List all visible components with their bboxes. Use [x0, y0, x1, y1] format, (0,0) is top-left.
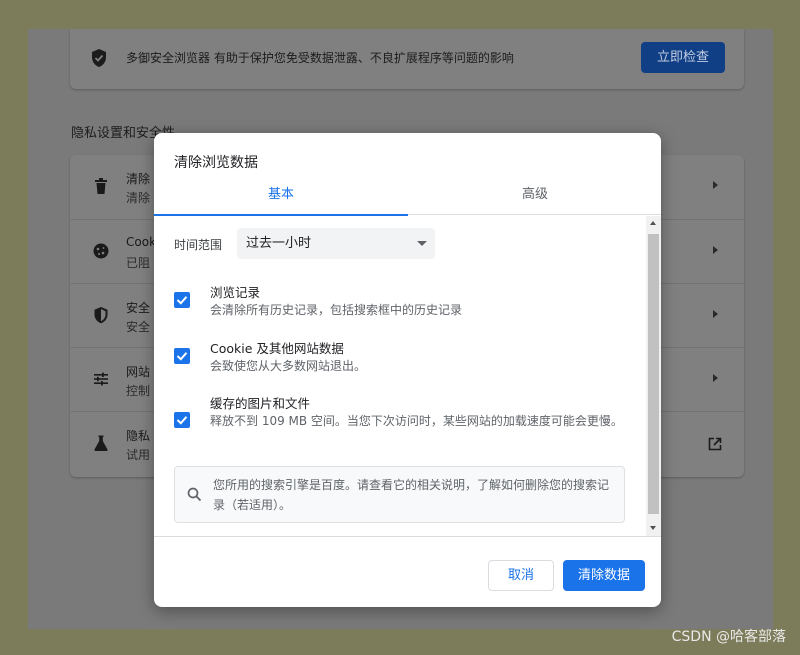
shield-icon	[92, 306, 110, 324]
search-engine-notice: 您所用的搜索引擎是百度。请查看它的相关说明，了解如何删除您的搜索记录（若适用）。	[174, 466, 625, 523]
privacy-row-subtitle: 已阻	[126, 256, 151, 270]
privacy-row-title: 清除	[126, 172, 151, 186]
privacy-row-title: Cook	[126, 235, 157, 249]
scroll-up-arrow-icon[interactable]	[650, 221, 656, 225]
check-now-button[interactable]: 立即检查	[641, 42, 725, 73]
search-icon	[187, 487, 202, 502]
chevron-right-icon	[713, 246, 718, 254]
trash-icon	[92, 177, 110, 195]
option-description: 会清除所有历史记录，包括搜索框中的历史记录	[210, 303, 463, 317]
dropdown-arrow-icon	[417, 241, 427, 246]
shield-check-icon	[90, 48, 108, 68]
checkbox-cookies[interactable]	[174, 348, 190, 364]
option-description: 会致使您从大多数网站退出。	[210, 359, 367, 373]
flask-icon	[92, 434, 110, 452]
privacy-row-subtitle: 安全	[126, 320, 151, 334]
time-range-value: 过去一小时	[246, 236, 312, 251]
scrollbar-thumb[interactable]	[648, 234, 659, 514]
watermark-text: CSDN @哈客部落	[671, 629, 786, 645]
safety-check-text: 多御安全浏览器 有助于保护您免受数据泄露、不良扩展程序等问题的影响	[126, 51, 514, 65]
safety-check-card: 多御安全浏览器 有助于保护您免受数据泄露、不良扩展程序等问题的影响 立即检查	[70, 29, 744, 89]
clear-data-button[interactable]: 清除数据	[563, 560, 645, 591]
time-range-label: 时间范围	[174, 238, 223, 252]
time-range-select[interactable]: 过去一小时	[237, 228, 435, 259]
sliders-icon	[92, 370, 110, 388]
privacy-row-subtitle: 试用	[126, 448, 151, 462]
privacy-row-title: 隐私	[126, 429, 151, 443]
option-title: 缓存的图片和文件	[210, 396, 311, 411]
dialog-tabs: 基本 高级	[154, 179, 661, 216]
notice-text: 您所用的搜索引擎是百度。请查看它的相关说明，了解如何删除您的搜索记录（若适用）。	[213, 478, 610, 512]
dialog-content: 时间范围 过去一小时 浏览记录 会清除所有历史记录，包括搜索框中的历史记录 Co…	[154, 216, 646, 536]
checkbox-cached-files[interactable]	[174, 412, 190, 428]
tab-advanced[interactable]: 高级	[408, 179, 661, 215]
dialog-title: 清除浏览数据	[174, 155, 258, 171]
cancel-button[interactable]: 取消	[488, 560, 554, 591]
option-title: Cookie 及其他网站数据	[210, 341, 344, 356]
option-title: 浏览记录	[210, 285, 261, 300]
privacy-row-subtitle: 清除	[126, 191, 151, 205]
cookie-icon	[92, 242, 110, 260]
dialog-footer-divider	[154, 536, 661, 537]
external-link-icon	[708, 436, 722, 451]
dialog-scrollbar[interactable]	[646, 216, 661, 536]
chevron-right-icon	[713, 181, 718, 189]
privacy-row-title: 安全	[126, 301, 151, 315]
scroll-down-arrow-icon[interactable]	[650, 526, 656, 530]
option-description: 释放不到 109 MB 空间。当您下次访问时，某些网站的加载速度可能会更慢。	[210, 414, 623, 428]
chevron-right-icon	[713, 310, 718, 318]
clear-browsing-data-dialog: 清除浏览数据 基本 高级 时间范围 过去一小时 浏览记录 会清除所有历史记录，包…	[154, 133, 661, 607]
privacy-row-subtitle: 控制	[126, 384, 151, 398]
tab-basic[interactable]: 基本	[154, 179, 408, 216]
privacy-row-title: 网站	[126, 365, 151, 379]
chevron-right-icon	[713, 374, 718, 382]
checkbox-browsing-history[interactable]	[174, 292, 190, 308]
